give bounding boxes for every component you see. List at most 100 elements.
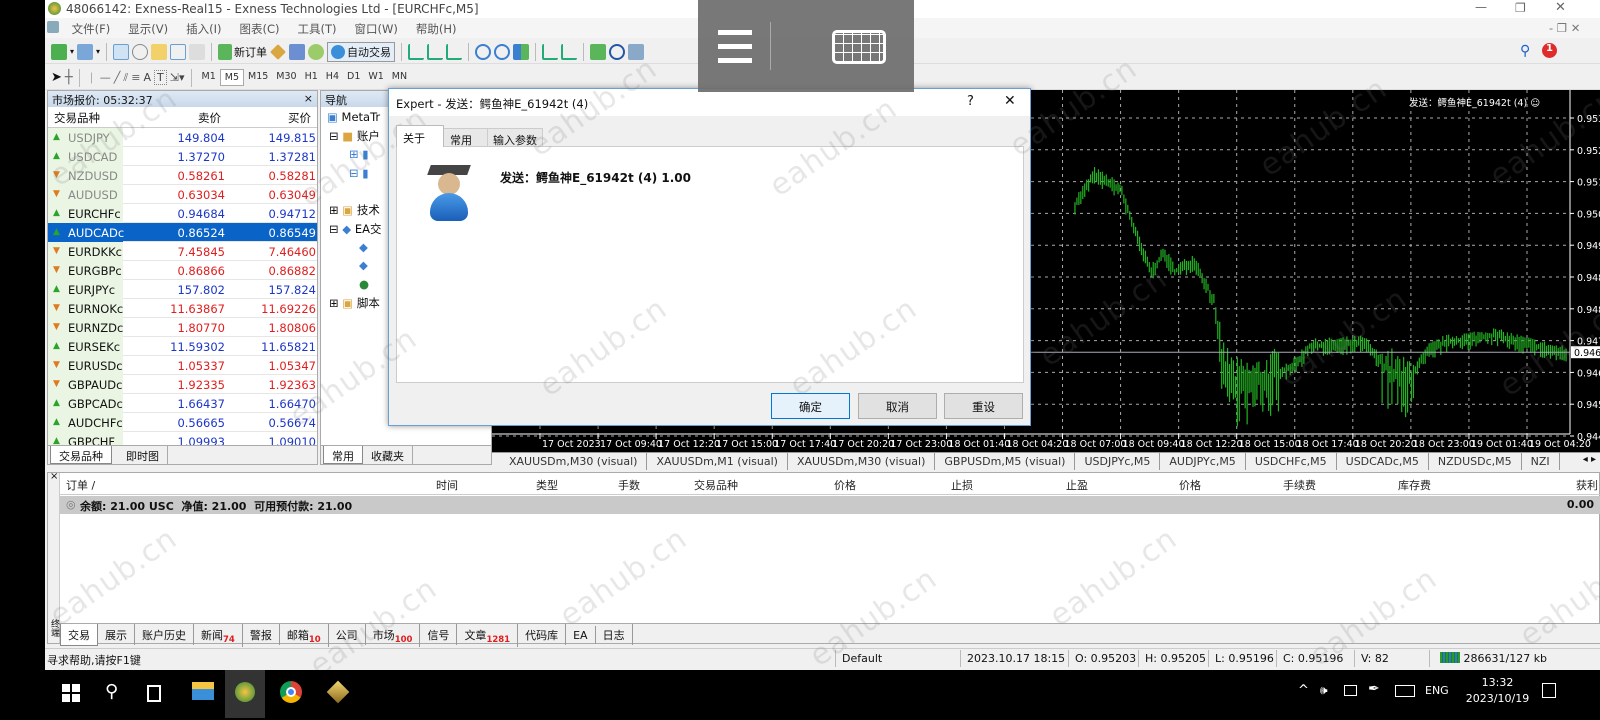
market-watch-row[interactable]: ▲ USDCAD 1.37270 1.37281 — [48, 147, 317, 166]
terminal-tab[interactable]: 日志 — [596, 624, 633, 645]
templates-icon[interactable] — [628, 43, 645, 60]
column-header[interactable]: 库存费 — [1398, 477, 1431, 493]
minimize-button[interactable]: — — [1475, 0, 1487, 14]
terminal-tab[interactable]: 文章1281 — [457, 624, 519, 648]
tile-windows-icon[interactable] — [513, 43, 530, 60]
cursor-icon[interactable]: ➤ — [51, 70, 62, 85]
navigator-icon[interactable] — [151, 43, 168, 60]
nav-experts[interactable]: ⊟ ◆ EA交 — [329, 221, 381, 237]
market-watch-row[interactable]: ▲ AUDCHFc 0.56665 0.56674 — [48, 413, 317, 432]
column-header[interactable]: 订单 / — [66, 477, 95, 493]
zoom-in-icon[interactable] — [475, 43, 492, 60]
timeframe-W1[interactable]: W1 — [364, 69, 387, 86]
signals-icon[interactable] — [289, 43, 306, 60]
timeframe-H4[interactable]: H4 — [322, 69, 343, 86]
new-chart-icon[interactable] — [51, 43, 67, 60]
nav-root[interactable]: ▣ MetaTr — [327, 110, 380, 124]
menu-insert[interactable]: 插入(I) — [177, 18, 230, 37]
terminal-tab[interactable]: 交易 — [60, 624, 98, 646]
close-icon[interactable]: × — [304, 92, 313, 105]
timeframe-H1[interactable]: H1 — [301, 69, 322, 86]
timeframe-D1[interactable]: D1 — [343, 69, 364, 86]
column-header[interactable]: 手续费 — [1283, 477, 1316, 493]
chart-tab[interactable]: NZI — [1522, 453, 1560, 470]
dialog-tab-inputs[interactable]: 输入参数 — [487, 128, 543, 147]
chart-tab[interactable]: USDCHFc,M5 — [1246, 453, 1337, 470]
tab-scroll-arrows[interactable]: ◂ ▸ — [1582, 454, 1596, 465]
zoom-out-icon[interactable] — [494, 43, 511, 60]
nav-expert-item[interactable]: ◆ — [359, 258, 368, 272]
action-center-icon[interactable] — [1542, 683, 1556, 698]
line-chart-icon[interactable] — [446, 43, 463, 60]
market-icon[interactable] — [308, 43, 325, 60]
strategy-tester-icon[interactable] — [189, 43, 206, 60]
market-watch-row[interactable]: ▲ EURJPYc 157.802 157.824 — [48, 280, 317, 299]
auto-trading-button[interactable]: 自动交易 — [327, 41, 396, 62]
terminal-tab[interactable]: EA — [566, 626, 596, 644]
column-header[interactable]: 止盈 — [1066, 477, 1088, 493]
ok-button[interactable]: 确定 — [771, 393, 850, 419]
network-icon[interactable] — [1344, 685, 1357, 696]
timeframe-M15[interactable]: M15 — [244, 69, 272, 86]
fibonacci-icon[interactable]: ≡ — [131, 71, 140, 84]
market-watch-row[interactable]: ▲ EURCHFc 0.94684 0.94712 — [48, 204, 317, 223]
chart-shift-icon[interactable] — [542, 43, 559, 60]
market-watch-icon[interactable] — [113, 43, 130, 60]
col-symbol[interactable]: 交易品种 — [54, 110, 100, 126]
file-explorer-icon[interactable] — [192, 682, 214, 700]
chart-tab[interactable]: NZDUSDc,M5 — [1429, 453, 1522, 470]
menu-tools[interactable]: 工具(T) — [288, 18, 345, 37]
terminal-icon[interactable] — [170, 43, 187, 60]
nav-account-server[interactable]: ⊞ ▮ — [349, 147, 369, 161]
market-watch-row[interactable]: ▼ EURNZDc 1.80770 1.80806 — [48, 318, 317, 337]
vertical-line-icon[interactable]: ｜ — [86, 70, 97, 86]
column-header[interactable]: 时间 — [436, 477, 458, 493]
trendline-icon[interactable]: ╱ — [114, 71, 121, 84]
market-watch-row[interactable]: ▲ GBPCHF 1.09993 1.09010 — [48, 432, 317, 446]
touch-keyboard-icon[interactable] — [1395, 685, 1415, 697]
data-window-icon[interactable] — [132, 43, 149, 60]
search-icon[interactable]: ⚲ — [1520, 43, 1530, 59]
search-icon[interactable]: ⚲ — [105, 681, 118, 702]
menu-window[interactable]: 窗口(W) — [345, 18, 406, 37]
terminal-tab[interactable]: 信号 — [420, 624, 458, 645]
nav-account-server[interactable]: ⊟ ▮ — [349, 166, 369, 180]
market-watch-row[interactable]: ▼ EURNOKc 11.63867 11.69226 — [48, 299, 317, 318]
clock[interactable]: 13:32 2023/10/19 — [1465, 675, 1530, 707]
mdi-controls[interactable]: - ❐ ✕ — [1540, 18, 1589, 35]
chart-tab[interactable]: GBPUSDm,M5 (visual) — [935, 453, 1076, 470]
timeframe-M5[interactable]: M5 — [219, 69, 244, 86]
column-header[interactable]: 止损 — [951, 477, 973, 493]
chart-tab[interactable]: XAUUSDm,M30 (visual) — [788, 453, 936, 470]
equidistant-channel-icon[interactable]: ⫽ — [123, 71, 128, 85]
market-watch-row[interactable]: ▼ GBPAUDc 1.92335 1.92363 — [48, 375, 317, 394]
terminal-tab[interactable]: 公司 — [329, 624, 366, 645]
timeframe-MN[interactable]: MN — [388, 69, 411, 86]
volume-icon[interactable]: 🕪 — [1320, 683, 1328, 698]
column-header[interactable]: 交易品种 — [694, 477, 738, 493]
bar-chart-icon[interactable] — [408, 43, 425, 60]
market-watch-row[interactable]: ▼ AUDUSD 0.63034 0.63049 — [48, 185, 317, 204]
language-indicator[interactable]: ENG — [1425, 684, 1449, 697]
terminal-tab[interactable]: 新闻74 — [194, 624, 243, 648]
keyboard-icon[interactable] — [832, 30, 886, 64]
terminal-tab[interactable]: 代码库 — [518, 624, 567, 645]
market-watch-row[interactable]: ▲ USDJPY 149.804 149.815 — [48, 128, 317, 147]
menu-help[interactable]: 帮助(H) — [407, 18, 466, 37]
autoscroll-icon[interactable] — [561, 43, 578, 60]
column-header[interactable]: 类型 — [536, 477, 558, 493]
column-header[interactable]: 手数 — [618, 477, 640, 493]
market-watch-row[interactable]: ▲ EURSEKc 11.59302 11.65821 — [48, 337, 317, 356]
column-header[interactable]: 价格 — [834, 477, 856, 493]
timeframe-M30[interactable]: M30 — [272, 69, 300, 86]
column-header[interactable]: 获利 — [1576, 477, 1598, 493]
tab-favorites[interactable]: 收藏夹 — [363, 446, 413, 464]
col-ask[interactable]: 买价 — [288, 110, 311, 126]
market-watch-row[interactable]: ▲ AUDCADc 0.86524 0.86549 — [48, 223, 317, 242]
candlestick-icon[interactable] — [427, 43, 444, 60]
reset-button[interactable]: 重设 — [944, 393, 1023, 419]
arrows-icon[interactable]: ⇲▾ — [170, 71, 185, 84]
metaeditor-icon[interactable] — [270, 43, 286, 60]
notification-badge[interactable]: 1 — [1542, 43, 1557, 58]
terminal-tab[interactable]: 邮箱10 — [280, 624, 329, 648]
